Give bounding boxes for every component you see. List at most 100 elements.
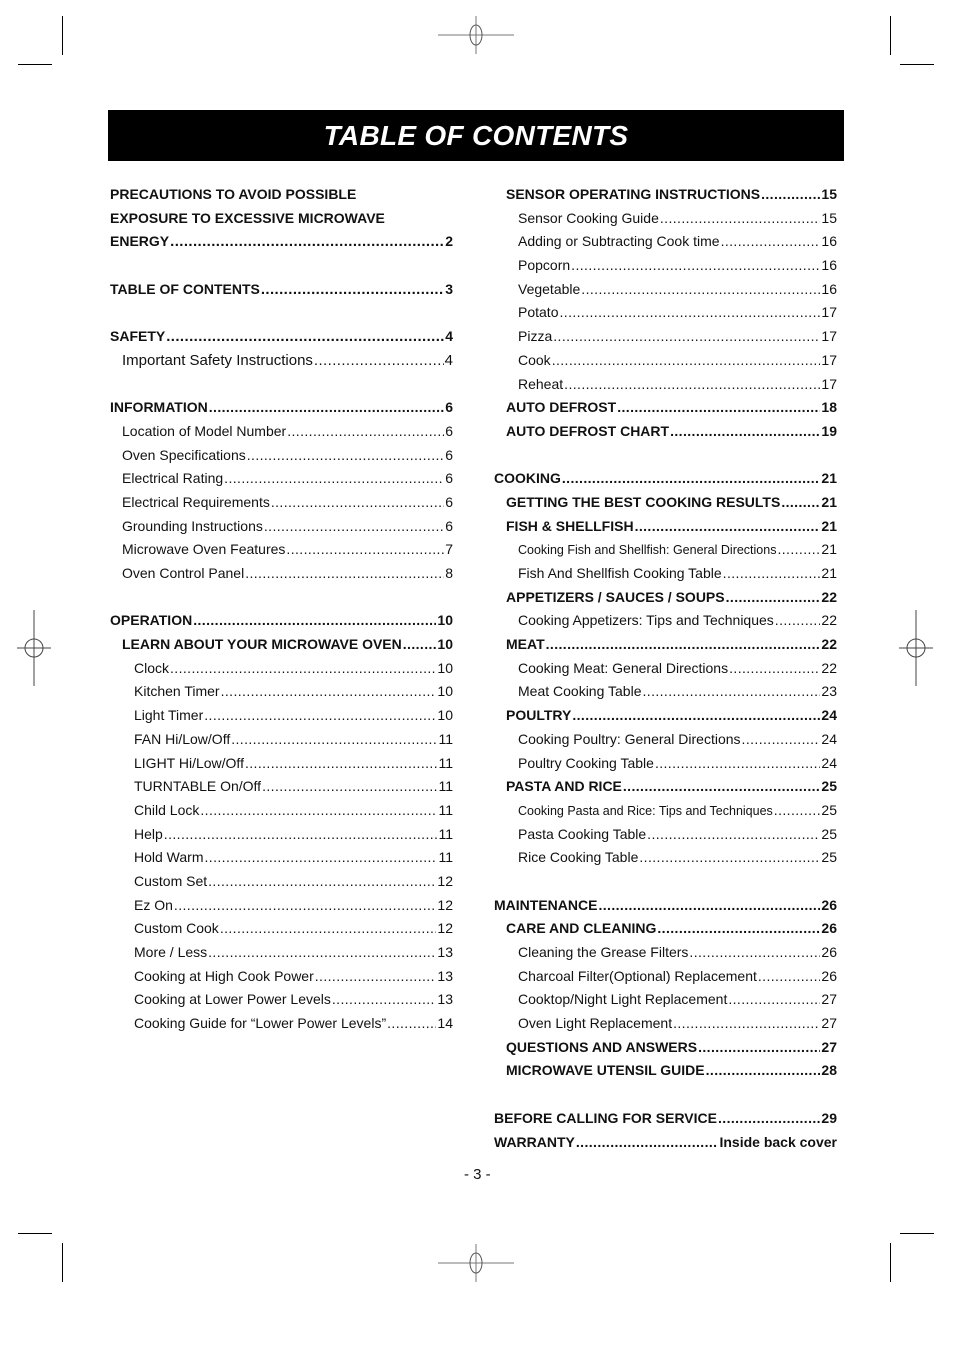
toc-entry[interactable]: MICROWAVE UTENSIL GUIDE 28 bbox=[494, 1062, 837, 1086]
toc-entry[interactable]: Hold Warm 11 bbox=[110, 849, 453, 873]
toc-entry[interactable]: POULTRY 24 bbox=[494, 707, 837, 731]
toc-entry[interactable]: OPERATION 10 bbox=[110, 612, 453, 636]
toc-entry[interactable]: QUESTIONS AND ANSWERS 27 bbox=[494, 1039, 837, 1063]
toc-entry[interactable]: MAINTENANCE 26 bbox=[494, 897, 837, 921]
toc-entry[interactable]: Charcoal Filter(Optional) Replacement 26 bbox=[494, 968, 837, 992]
toc-entry[interactable]: Custom Set 12 bbox=[110, 873, 453, 897]
toc-entry-label: Light Timer bbox=[134, 707, 204, 724]
toc-entry-label: Popcorn bbox=[518, 257, 571, 274]
toc-entry[interactable]: Important Safety Instructions 4 bbox=[110, 352, 453, 376]
toc-entry[interactable]: Meat Cooking Table 23 bbox=[494, 683, 837, 707]
toc-entry-label: ENERGY bbox=[110, 233, 170, 250]
toc-entry-page: 22 bbox=[821, 612, 837, 629]
toc-entry[interactable]: Light Timer 10 bbox=[110, 707, 453, 731]
toc-entry[interactable]: Adding or Subtracting Cook time 16 bbox=[494, 233, 837, 257]
dot-leader bbox=[174, 897, 437, 913]
toc-entry[interactable]: More / Less 13 bbox=[110, 944, 453, 968]
toc-entry[interactable]: Cleaning the Grease Filters 26 bbox=[494, 944, 837, 968]
toc-entry[interactable]: AUTO DEFROST CHART 19 bbox=[494, 423, 837, 447]
toc-entry[interactable]: Cooking Fish and Shellfish: General Dire… bbox=[494, 541, 837, 565]
toc-entry-label: Location of Model Number bbox=[122, 422, 287, 439]
toc-entry[interactable]: BEFORE CALLING FOR SERVICE 29 bbox=[494, 1110, 837, 1134]
toc-entry[interactable]: Custom Cook 12 bbox=[110, 920, 453, 944]
toc-entry[interactable]: FAN Hi/Low/Off 11 bbox=[110, 731, 453, 755]
registration-target-icon bbox=[438, 1244, 514, 1282]
toc-entry[interactable]: WARRANTY Inside back cover bbox=[494, 1134, 837, 1158]
dot-leader bbox=[571, 257, 820, 273]
toc-entry[interactable]: APPETIZERS / SAUCES / SOUPS 22 bbox=[494, 589, 837, 613]
toc-entry[interactable]: Cooking at Lower Power Levels 13 bbox=[110, 991, 453, 1015]
toc-entry[interactable]: PRECAUTIONS TO AVOID POSSIBLE bbox=[110, 186, 453, 210]
toc-entry[interactable]: Cooking at High Cook Power 13 bbox=[110, 968, 453, 992]
toc-entry[interactable]: EXPOSURE TO EXCESSIVE MICROWAVE bbox=[110, 210, 453, 234]
dot-leader bbox=[332, 991, 437, 1007]
toc-entry[interactable]: Electrical Rating 6 bbox=[110, 470, 453, 494]
toc-entry[interactable]: CARE AND CLEANING 26 bbox=[494, 920, 837, 944]
toc-entry[interactable]: ENERGY 2 bbox=[110, 233, 453, 257]
toc-entry[interactable]: Poultry Cooking Table 24 bbox=[494, 755, 837, 779]
toc-entry[interactable]: GETTING THE BEST COOKING RESULTS 21 bbox=[494, 494, 837, 518]
crop-mark bbox=[62, 16, 63, 55]
toc-entry-page: 22 bbox=[821, 588, 837, 605]
toc-entry-label: WARRANTY bbox=[494, 1133, 575, 1150]
toc-entry[interactable]: Oven Specifications 6 bbox=[110, 447, 453, 471]
toc-entry[interactable]: Reheat 17 bbox=[494, 376, 837, 400]
toc-entry[interactable]: COOKING 21 bbox=[494, 470, 837, 494]
toc-entry[interactable]: Child Lock 11 bbox=[110, 802, 453, 826]
toc-entry[interactable]: Oven Light Replacement 27 bbox=[494, 1015, 837, 1039]
toc-entry[interactable]: Microwave Oven Features 7 bbox=[110, 541, 453, 565]
toc-entry[interactable]: MEAT 22 bbox=[494, 636, 837, 660]
toc-entry[interactable]: Electrical Requirements 6 bbox=[110, 494, 453, 518]
toc-entry[interactable]: Pasta Cooking Table 25 bbox=[494, 826, 837, 850]
toc-entry[interactable]: Rice Cooking Table 25 bbox=[494, 849, 837, 873]
dot-leader bbox=[245, 755, 437, 771]
toc-entry[interactable]: Location of Model Number 6 bbox=[110, 423, 453, 447]
toc-entry[interactable]: TURNTABLE On/Off 11 bbox=[110, 778, 453, 802]
dot-leader bbox=[706, 1062, 821, 1078]
toc-entry[interactable]: Kitchen Timer 10 bbox=[110, 683, 453, 707]
toc-entry[interactable]: Cooking Guide for “Lower Power Levels” 14 bbox=[110, 1015, 453, 1039]
toc-entry[interactable]: Cooking Poultry: General Directions 24 bbox=[494, 731, 837, 755]
toc-entry[interactable]: Cook 17 bbox=[494, 352, 837, 376]
toc-entry[interactable]: SENSOR OPERATING INSTRUCTIONS 15 bbox=[494, 186, 837, 210]
toc-entry[interactable]: LEARN ABOUT YOUR MICROWAVE OVEN 10 bbox=[110, 636, 453, 660]
toc-entry[interactable]: Cooktop/Night Light Replacement 27 bbox=[494, 991, 837, 1015]
dot-leader bbox=[655, 755, 820, 771]
toc-entry[interactable]: Ez On 12 bbox=[110, 897, 453, 921]
toc-entry-page: 11 bbox=[438, 801, 453, 818]
toc-entry[interactable]: Oven Control Panel 8 bbox=[110, 565, 453, 589]
toc-entry-page: 7 bbox=[445, 541, 453, 558]
toc-entry[interactable]: Cooking Appetizers: Tips and Techniques 2… bbox=[494, 612, 837, 636]
toc-entry-page: 16 bbox=[821, 257, 837, 274]
toc-entry-page: 25 bbox=[821, 849, 837, 866]
toc-entry[interactable]: AUTO DEFROST 18 bbox=[494, 399, 837, 423]
toc-entry[interactable]: LIGHT Hi/Low/Off 11 bbox=[110, 755, 453, 779]
dot-leader bbox=[164, 826, 438, 842]
toc-entry[interactable]: SAFETY 4 bbox=[110, 328, 453, 352]
toc-entry[interactable]: Cooking Pasta and Rice: Tips and Techniq… bbox=[494, 802, 837, 826]
toc-entry[interactable]: FISH & SHELLFISH 21 bbox=[494, 518, 837, 542]
toc-entry-page: 16 bbox=[821, 233, 837, 250]
toc-entry-page: 22 bbox=[821, 636, 837, 653]
toc-entry[interactable]: Sensor Cooking Guide 15 bbox=[494, 210, 837, 234]
toc-entry[interactable]: Pizza 17 bbox=[494, 328, 837, 352]
toc-entry[interactable]: Popcorn 16 bbox=[494, 257, 837, 281]
toc-entry[interactable]: INFORMATION 6 bbox=[110, 399, 453, 423]
dot-leader bbox=[170, 233, 444, 250]
toc-entry-page: 6 bbox=[445, 517, 453, 534]
toc-entry[interactable]: Fish And Shellfish Cooking Table 21 bbox=[494, 565, 837, 589]
toc-entry[interactable]: TABLE OF CONTENTS 3 bbox=[110, 281, 453, 305]
toc-entry[interactable]: Help 11 bbox=[110, 826, 453, 850]
toc-entry[interactable]: Cooking Meat: General Directions 22 bbox=[494, 660, 837, 684]
toc-entry[interactable]: Grounding Instructions 6 bbox=[110, 518, 453, 542]
dot-leader bbox=[208, 873, 436, 889]
dot-leader bbox=[205, 849, 438, 865]
toc-entry[interactable]: Clock 10 bbox=[110, 660, 453, 684]
toc-entry[interactable]: Vegetable 16 bbox=[494, 281, 837, 305]
toc-entry[interactable]: PASTA AND RICE 25 bbox=[494, 778, 837, 802]
toc-entry-label: Hold Warm bbox=[134, 849, 204, 866]
dot-leader bbox=[264, 518, 444, 534]
toc-entry[interactable]: Potato 17 bbox=[494, 304, 837, 328]
toc-entry-page: 17 bbox=[821, 351, 837, 368]
toc-entry-page: 24 bbox=[821, 707, 837, 724]
